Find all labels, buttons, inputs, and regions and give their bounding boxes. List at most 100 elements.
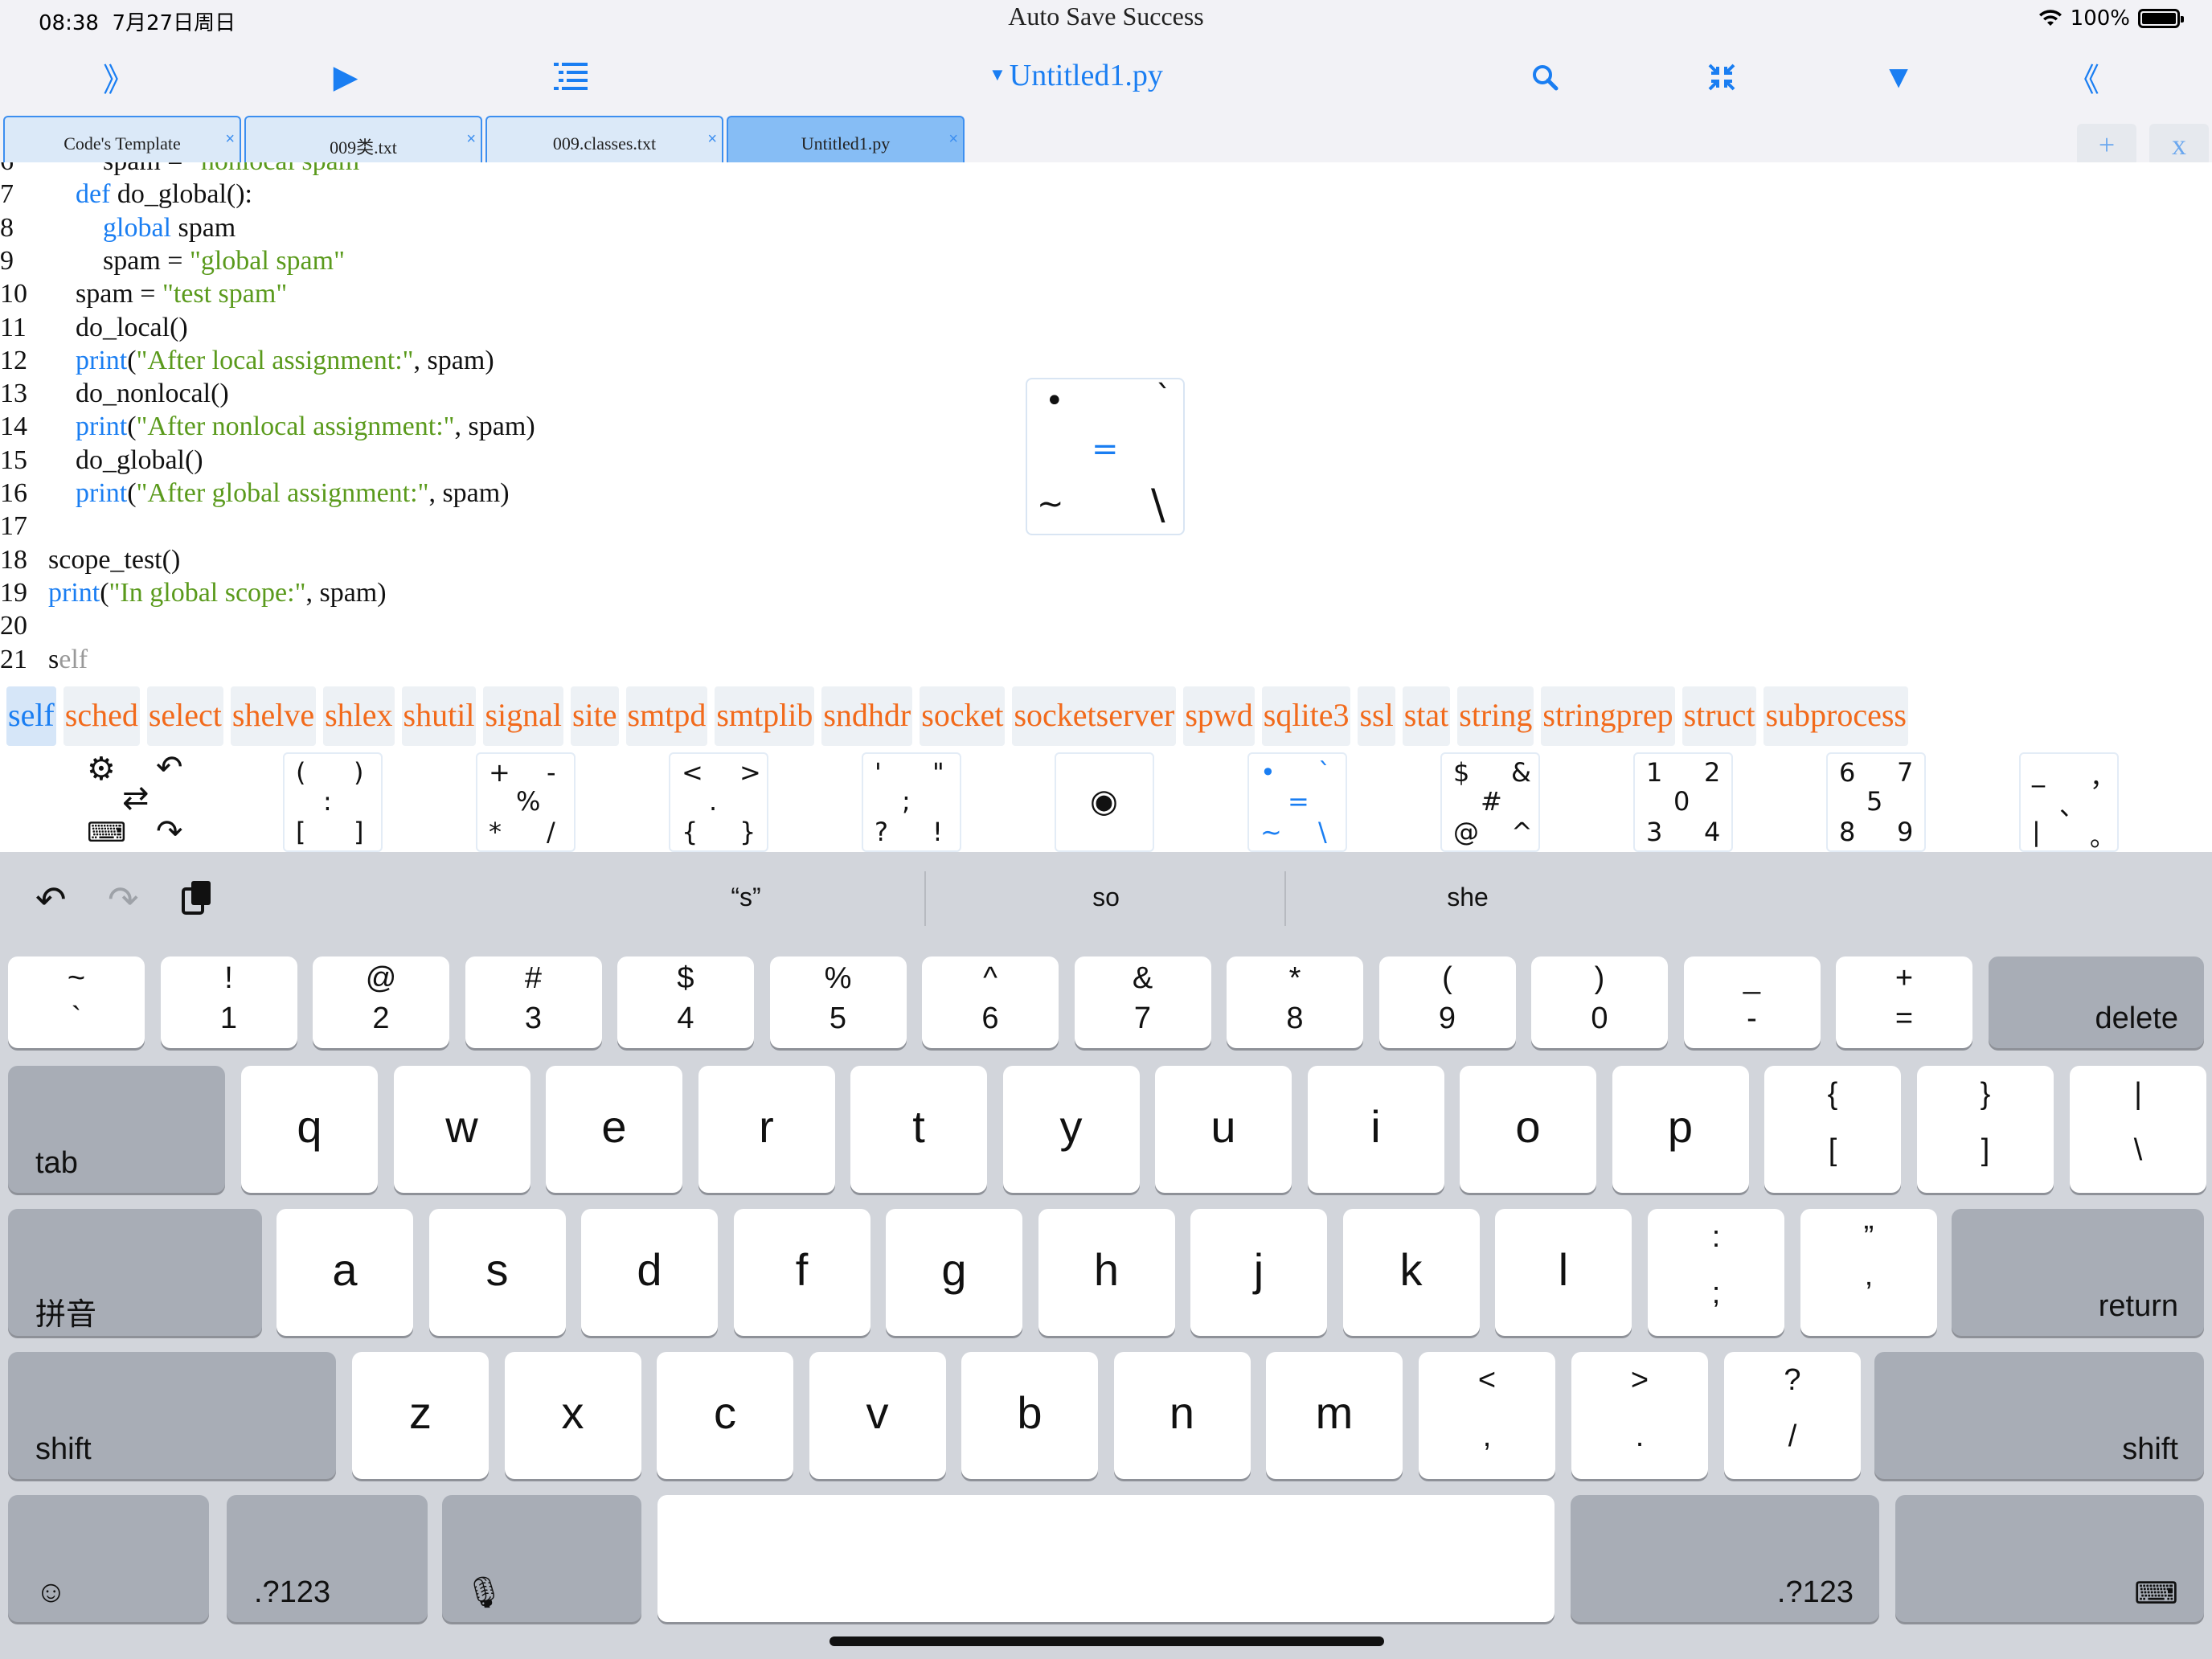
key-3[interactable]: #3 [465, 956, 602, 1048]
symbol-key[interactable]: + -% * / [476, 752, 576, 852]
tab-close-icon[interactable]: × [466, 130, 476, 149]
key-a[interactable]: a [276, 1209, 413, 1336]
key-f[interactable]: f [733, 1209, 870, 1336]
completion-item[interactable]: smtpd [625, 686, 708, 746]
symbol-popup[interactable]: • ` = ~ \ [1026, 378, 1185, 535]
popup-symbol[interactable]: = [1092, 431, 1119, 468]
code-editor[interactable]: 6 spam = "nonlocal spam" 7 def do_global():… [0, 162, 2212, 683]
key-j[interactable]: j [1190, 1209, 1327, 1336]
key-1[interactable]: ! 1 [160, 956, 297, 1048]
shift-right-key[interactable]: shift [1874, 1352, 2204, 1479]
key-][interactable]: }] [1917, 1066, 2054, 1193]
key-5[interactable]: % 5 [769, 956, 907, 1048]
key-6[interactable]: ^ 6 [922, 956, 1059, 1048]
key-w[interactable]: w [393, 1066, 530, 1193]
key-7[interactable]: & 7 [1074, 956, 1211, 1048]
completion-item[interactable]: struct [1682, 686, 1757, 746]
symbol-key[interactable]: ◉ [1055, 752, 1154, 852]
key-g[interactable]: g [886, 1209, 1022, 1336]
redo-icon[interactable]: ↷ [108, 878, 139, 921]
key-r[interactable]: r [698, 1066, 835, 1193]
key-;[interactable]: :; [1648, 1209, 1784, 1336]
popup-symbol[interactable]: ` [1156, 379, 1172, 416]
key-o[interactable]: o [1460, 1066, 1596, 1193]
completion-item[interactable]: spwd [1183, 686, 1255, 746]
key-.[interactable]: >. [1571, 1352, 1708, 1479]
key-u[interactable]: u [1155, 1066, 1292, 1193]
key-n[interactable]: n [1113, 1352, 1251, 1479]
completion-item[interactable]: shlex [323, 686, 395, 746]
key-x[interactable]: x [504, 1352, 641, 1479]
key-y[interactable]: y [1002, 1066, 1140, 1193]
tab-close-icon[interactable]: × [707, 130, 717, 149]
dropdown-icon[interactable]: ▼ [1874, 55, 1923, 100]
key-h[interactable]: h [1038, 1209, 1175, 1336]
redo-icon[interactable]: ↷ [156, 813, 183, 850]
file-selector[interactable]: ▼ Untitled1.py [989, 58, 1163, 93]
symbol-key[interactable]: 6 758 9 [1826, 752, 1926, 852]
key-9[interactable]: (9 [1378, 956, 1516, 1048]
prediction-1[interactable]: “s” [569, 883, 923, 912]
completion-item[interactable]: self [6, 686, 56, 746]
hide-keyboard-key[interactable]: ⌨ [1895, 1495, 2204, 1622]
collapse-right-icon[interactable]: 《 [2059, 55, 2108, 100]
symbol-key[interactable]: ' ";?! [862, 752, 961, 852]
completion-item[interactable]: site [570, 686, 619, 746]
symbol-key[interactable]: 1 203 4 [1633, 752, 1733, 852]
space-key[interactable] [657, 1495, 1555, 1622]
completion-item[interactable]: subprocess [1763, 686, 1908, 746]
tab-close-icon[interactable]: × [948, 130, 958, 149]
key-b[interactable]: b [961, 1352, 1098, 1479]
key-,[interactable]: <, [1419, 1352, 1555, 1479]
key-’[interactable]: ”’ [1800, 1209, 1937, 1336]
prediction-2[interactable]: so [929, 883, 1283, 912]
prediction-3[interactable]: she [1291, 883, 1645, 912]
close-tab-button[interactable]: x [2149, 124, 2209, 166]
search-icon[interactable] [1521, 55, 1569, 100]
shift-left-key[interactable]: shift [8, 1352, 336, 1479]
completion-item[interactable]: shutil [401, 686, 477, 746]
popup-symbol[interactable]: \ [1151, 481, 1165, 529]
key-k[interactable]: k [1342, 1209, 1480, 1336]
completion-item[interactable]: stringprep [1541, 686, 1675, 746]
tab-untitled1[interactable]: Untitled1.py × [727, 116, 965, 162]
key-8[interactable]: * 8 [1227, 956, 1363, 1048]
key-i[interactable]: i [1307, 1066, 1444, 1193]
key-q[interactable]: q [241, 1066, 378, 1193]
completion-item[interactable]: socketserver [1012, 686, 1177, 746]
completion-item[interactable]: select [146, 686, 223, 746]
key-\[interactable]: | \ [2070, 1066, 2206, 1193]
tab-009-lei[interactable]: 009类.txt × [244, 116, 482, 162]
symbol-key[interactable]: < >. {} [669, 752, 768, 852]
key-m[interactable]: m [1266, 1352, 1403, 1479]
key-e[interactable]: e [546, 1066, 682, 1193]
key-/[interactable]: ? / [1724, 1352, 1861, 1479]
tab-009-classes[interactable]: 009.classes.txt × [485, 116, 723, 162]
outline-icon[interactable] [547, 55, 595, 100]
key--[interactable]: _ - [1683, 956, 1821, 1048]
key-4[interactable]: $4 [617, 956, 754, 1048]
tab-code-template[interactable]: Code's Template × [3, 116, 241, 162]
mic-key[interactable]: 🎙 [442, 1495, 641, 1622]
completion-item[interactable]: string [1457, 686, 1534, 746]
key-c[interactable]: c [657, 1352, 793, 1479]
keyboard-icon[interactable]: ⌨ [87, 817, 126, 849]
key-`[interactable]: ~ ` [8, 956, 145, 1048]
paste-icon[interactable] [180, 878, 215, 925]
key-s[interactable]: s [428, 1209, 566, 1336]
expand-left-icon[interactable]: 》 [95, 55, 143, 100]
key-t[interactable]: t [850, 1066, 987, 1193]
popup-symbol[interactable]: ~ [1037, 485, 1064, 522]
key-p[interactable]: p [1612, 1066, 1749, 1193]
symbol-key[interactable]: $ & # @ ^ [1440, 752, 1540, 852]
key-2[interactable]: @2 [313, 956, 449, 1048]
return-key[interactable]: return [1952, 1209, 2204, 1336]
numbers-key[interactable]: .?123 [227, 1495, 428, 1622]
completion-item[interactable]: ssl [1358, 686, 1395, 746]
shrink-icon[interactable] [1698, 55, 1746, 100]
completion-item[interactable]: sqlite3 [1261, 686, 1351, 746]
key-d[interactable]: d [581, 1209, 718, 1336]
completion-item[interactable]: sndhdr [821, 686, 913, 746]
completion-item[interactable]: signal [483, 686, 563, 746]
delete-key[interactable]: delete [1989, 956, 2204, 1048]
